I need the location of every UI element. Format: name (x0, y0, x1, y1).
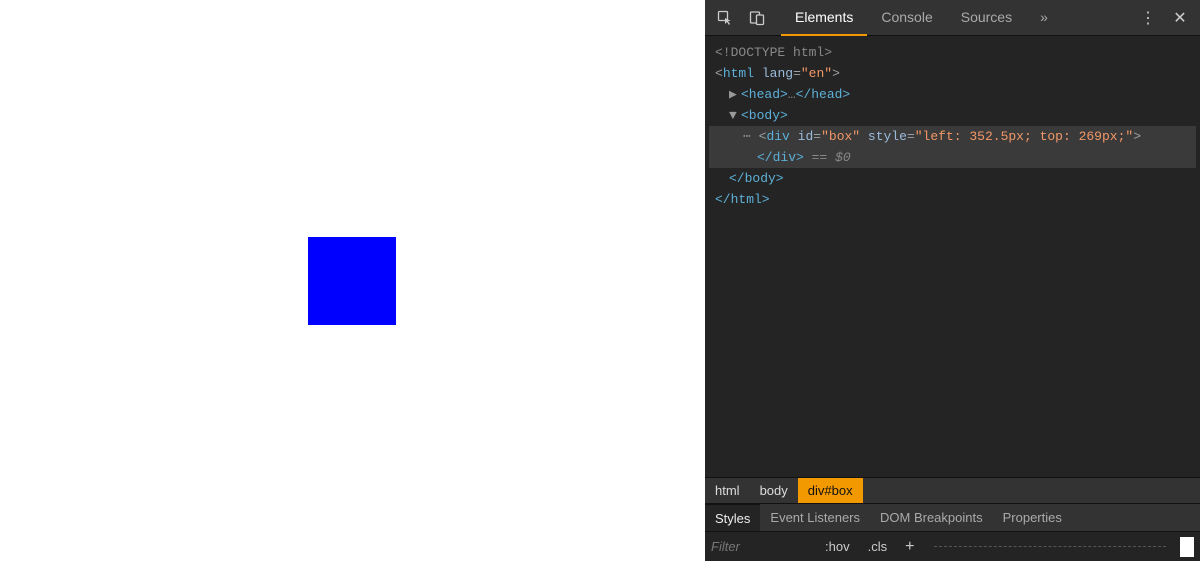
dom-line-body-open[interactable]: ▼<body> (709, 105, 1196, 126)
attr-id-val: "box" (821, 129, 860, 144)
crumb-divbox-label: div#box (808, 483, 853, 498)
close-glyph: ✕ (1173, 8, 1186, 28)
tab-elements-label: Elements (795, 9, 853, 25)
tab-console-label: Console (881, 9, 932, 25)
lower-tabs: Styles Event Listeners DOM Breakpoints P… (705, 503, 1200, 531)
head-open: <head> (741, 87, 788, 102)
div-close: </div> (757, 150, 804, 165)
body-open: <body> (741, 108, 788, 123)
devtools-panel: Elements Console Sources » ⋮ ✕ <!DOCTYPE… (705, 0, 1200, 561)
dom-tree[interactable]: <!DOCTYPE html> <html lang="en"> ▶<head>… (705, 36, 1200, 477)
html-tag: html (723, 66, 754, 81)
dom-line-html-close[interactable]: </html> (709, 189, 1196, 210)
body-close: </body> (729, 171, 784, 186)
expand-icon[interactable]: ▶ (729, 84, 739, 105)
ltab-dombp[interactable]: DOM Breakpoints (870, 504, 993, 531)
ltab-dombp-label: DOM Breakpoints (880, 510, 983, 525)
html-close: </html> (715, 192, 770, 207)
more-menu-icon[interactable]: ⋮ (1134, 4, 1162, 32)
dom-line-html-open[interactable]: <html lang="en"> (709, 63, 1196, 84)
inspect-icon[interactable] (711, 4, 739, 32)
dom-line-head[interactable]: ▶<head>…</head> (709, 84, 1196, 105)
resize-handle-icon[interactable] (1180, 537, 1194, 557)
ltab-props[interactable]: Properties (993, 504, 1072, 531)
cls-toggle[interactable]: .cls (864, 537, 892, 556)
box-element[interactable] (308, 237, 396, 325)
dom-line-div-close[interactable]: </div> == $0 (709, 147, 1196, 168)
gt: > (832, 66, 840, 81)
crumb-body-label: body (760, 483, 788, 498)
head-ellipsis: … (788, 87, 796, 102)
tab-sources[interactable]: Sources (947, 0, 1026, 36)
crumb-html-label: html (715, 483, 740, 498)
ltab-props-label: Properties (1003, 510, 1062, 525)
close-icon[interactable]: ✕ (1166, 4, 1194, 32)
dom-line-body-close[interactable]: </body> (709, 168, 1196, 189)
page-viewport[interactable] (0, 0, 705, 561)
lt: < (715, 66, 723, 81)
tab-overflow[interactable]: » (1026, 0, 1062, 36)
device-toggle-icon[interactable] (743, 4, 771, 32)
ltab-styles-label: Styles (715, 511, 750, 526)
breadcrumb: html body div#box (705, 477, 1200, 503)
attr-lang-val: "en" (801, 66, 832, 81)
attr-lang-name: lang (762, 66, 793, 81)
overflow-glyph: » (1040, 9, 1048, 25)
gt2: > (1133, 129, 1141, 144)
filter-bar: :hov .cls + (705, 531, 1200, 561)
ltab-styles[interactable]: Styles (705, 504, 760, 531)
crumb-divbox[interactable]: div#box (798, 478, 863, 503)
div-tag: div (766, 129, 789, 144)
dom-line-div-open[interactable]: ⋯ <div id="box" style="left: 352.5px; to… (709, 126, 1196, 147)
tab-elements[interactable]: Elements (781, 0, 867, 36)
new-style-rule-icon[interactable]: + (901, 538, 918, 556)
ltab-listeners-label: Event Listeners (770, 510, 860, 525)
attr-style-name: style (868, 129, 907, 144)
devtools-topbar: Elements Console Sources » ⋮ ✕ (705, 0, 1200, 36)
hov-toggle[interactable]: :hov (821, 537, 854, 556)
crumb-body[interactable]: body (750, 478, 798, 503)
crumb-html[interactable]: html (705, 478, 750, 503)
doctype-text: <!DOCTYPE html> (715, 45, 832, 60)
tab-console[interactable]: Console (867, 0, 946, 36)
head-close: </head> (796, 87, 851, 102)
dom-line-doctype[interactable]: <!DOCTYPE html> (709, 42, 1196, 63)
filterbar-divider (934, 546, 1166, 547)
collapse-icon[interactable]: ▼ (729, 105, 739, 126)
attr-style-val: "left: 352.5px; top: 269px;" (915, 129, 1133, 144)
ltab-listeners[interactable]: Event Listeners (760, 504, 870, 531)
devtools-tabs: Elements Console Sources » (781, 0, 1062, 36)
eq-dollar: == $0 (804, 150, 851, 165)
filter-input[interactable] (711, 539, 811, 554)
tab-sources-label: Sources (961, 9, 1012, 25)
attr-id-name: id (798, 129, 814, 144)
more-glyph: ⋮ (1140, 8, 1156, 28)
